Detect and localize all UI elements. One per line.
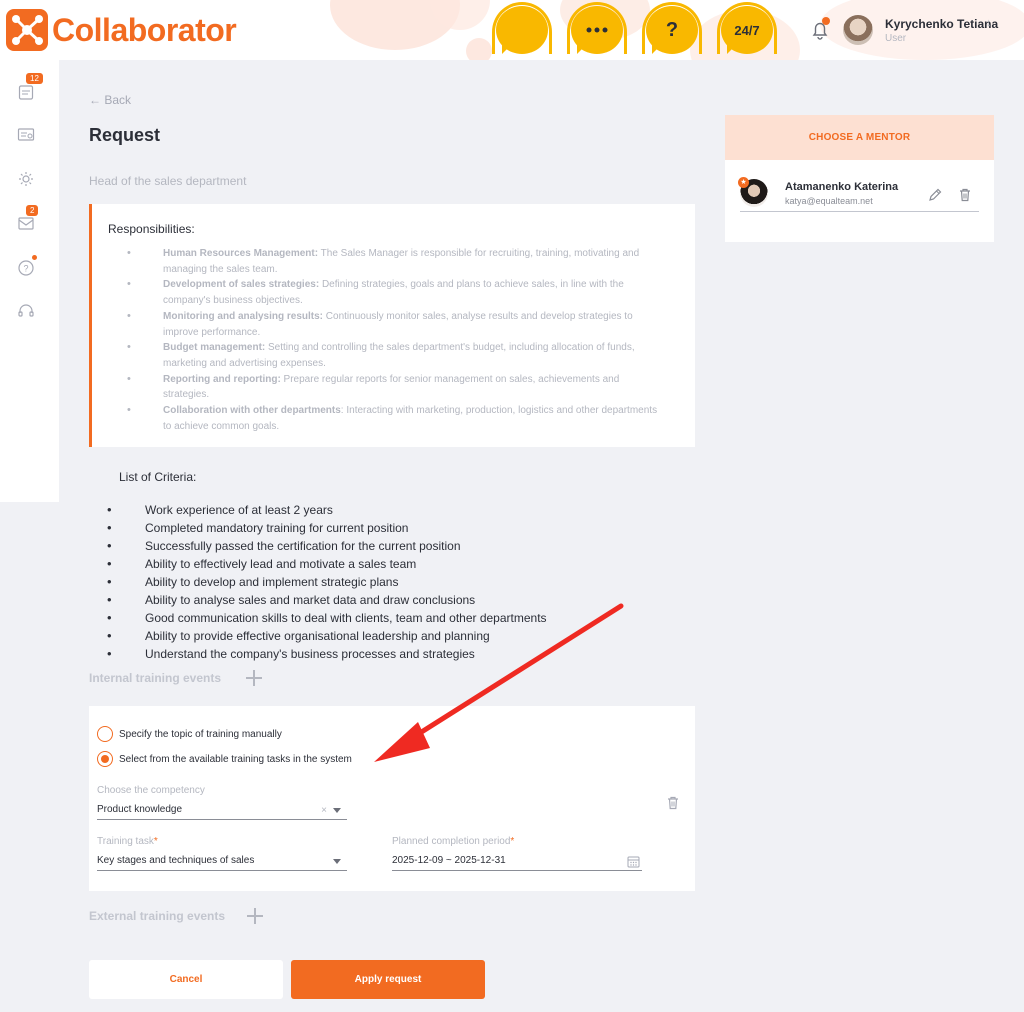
headset-icon[interactable] bbox=[17, 302, 35, 320]
list-item: Collaboration with other departments: In… bbox=[127, 403, 663, 434]
trash-icon[interactable] bbox=[665, 795, 681, 811]
chevron-down-icon[interactable]: ↓ bbox=[986, 17, 992, 29]
messages-badge: 2 bbox=[26, 205, 39, 216]
help-circle-icon[interactable]: ? bbox=[17, 259, 35, 277]
chevron-down-icon[interactable] bbox=[333, 859, 341, 864]
help-dot bbox=[32, 255, 37, 260]
support-help-button[interactable]: ? bbox=[642, 2, 702, 58]
support-24-7-button[interactable]: 24/7 bbox=[717, 2, 777, 58]
support-messages-button[interactable] bbox=[567, 2, 627, 58]
responsibilities-card: Responsibilities: Human Resources Manage… bbox=[89, 204, 695, 447]
calendar-icon[interactable] bbox=[17, 83, 35, 101]
clear-icon[interactable]: × bbox=[321, 803, 327, 819]
apply-request-button[interactable]: Apply request bbox=[291, 960, 485, 999]
user-name[interactable]: Kyrychenko Tetiana bbox=[885, 17, 998, 31]
chevron-down-icon[interactable] bbox=[333, 808, 341, 813]
list-item: Work experience of at least 2 years bbox=[107, 501, 547, 519]
radio-label: Specify the topic of training manually bbox=[119, 728, 282, 740]
cancel-button[interactable]: Cancel bbox=[89, 960, 283, 999]
top-header: Collaborator ? 24/7 Kyrychenko Tetiana U… bbox=[0, 0, 1024, 60]
question-icon: ? bbox=[665, 18, 679, 41]
list-item: Good communication skills to deal with c… bbox=[107, 609, 546, 627]
user-role: User bbox=[885, 33, 907, 44]
support-chat-button[interactable] bbox=[492, 2, 552, 58]
competency-select[interactable]: Product knowledge × bbox=[97, 802, 347, 820]
external-training-label: External training events bbox=[89, 909, 226, 923]
user-avatar[interactable] bbox=[843, 15, 873, 45]
notification-dot bbox=[822, 17, 830, 25]
competency-label: Choose the competency bbox=[97, 785, 205, 796]
sidebar: 12 2 ? bbox=[0, 60, 59, 502]
list-item: Ability to analyse sales and market data… bbox=[107, 591, 547, 609]
network-icon bbox=[6, 9, 48, 51]
add-internal-training-icon[interactable] bbox=[246, 670, 262, 686]
add-external-training-icon[interactable] bbox=[247, 908, 263, 924]
list-item: Monitoring and analysing results: Contin… bbox=[127, 309, 663, 340]
list-item: Development of sales strategies: Definin… bbox=[127, 277, 663, 308]
criteria-list: Work experience of at least 2 years Comp… bbox=[107, 501, 547, 663]
divider bbox=[740, 211, 979, 212]
radio-label: Select from the available training tasks… bbox=[119, 753, 352, 765]
tasks-badge: 12 bbox=[26, 73, 43, 84]
trash-icon[interactable] bbox=[957, 187, 973, 203]
page-title: Request bbox=[89, 125, 161, 145]
brand-logo[interactable]: Collaborator bbox=[6, 9, 237, 51]
internal-training-label: Internal training events bbox=[89, 671, 222, 685]
mentor-name: Atamanenko Katerina bbox=[785, 181, 899, 193]
list-item: Budget management: Setting and controlli… bbox=[127, 340, 663, 371]
training-event-card: Specify the topic of training manually S… bbox=[89, 706, 695, 891]
header-decoration bbox=[466, 38, 492, 60]
mentor-email: katya@equalteam.net bbox=[785, 196, 873, 206]
position-name: Head of the sales department bbox=[89, 174, 247, 188]
calendar-icon[interactable] bbox=[627, 855, 640, 868]
list-item: Successfully passed the certification fo… bbox=[107, 537, 547, 555]
list-item: Ability to develop and implement strateg… bbox=[107, 573, 547, 591]
radio-system-tasks[interactable]: Select from the available training tasks… bbox=[97, 751, 352, 767]
period-date-range[interactable]: 2025-12-09 ~ 2025-12-31 bbox=[392, 853, 642, 871]
list-item: Completed mandatory training for current… bbox=[107, 519, 547, 537]
chat-bubble-icon bbox=[496, 6, 548, 54]
gear-icon[interactable] bbox=[17, 170, 35, 188]
radio-manual-topic[interactable]: Specify the topic of training manually bbox=[97, 726, 282, 742]
star-icon: ★ bbox=[738, 177, 749, 188]
responsibilities-list: Human Resources Management: The Sales Ma… bbox=[127, 246, 663, 434]
pencil-icon[interactable] bbox=[927, 187, 943, 203]
period-label: Planned completion period* bbox=[392, 836, 515, 847]
list-item: Ability to provide effective organisatio… bbox=[107, 627, 547, 645]
list-item: Understand the company's business proces… bbox=[107, 645, 547, 663]
list-item: Reporting and reporting: Prepare regular… bbox=[127, 372, 663, 403]
mentor-card: CHOOSE A MENTOR ★ Atamanenko Katerina ka… bbox=[725, 115, 994, 242]
certificate-icon[interactable] bbox=[17, 126, 35, 144]
list-item: Ability to effectively lead and motivate… bbox=[107, 555, 547, 573]
radio-button[interactable] bbox=[97, 726, 113, 742]
responsibilities-title: Responsibilities: bbox=[108, 222, 195, 236]
brand-name: Collaborator bbox=[52, 11, 237, 48]
radio-button-checked[interactable] bbox=[97, 751, 113, 767]
training-task-select[interactable]: Key stages and techniques of sales bbox=[97, 853, 347, 871]
ellipsis-icon bbox=[571, 6, 623, 54]
back-link[interactable]: ← Back bbox=[89, 93, 131, 107]
svg-text:?: ? bbox=[23, 264, 28, 274]
training-task-label: Training task* bbox=[97, 836, 158, 847]
criteria-title: List of Criteria: bbox=[119, 470, 197, 484]
inbox-icon[interactable] bbox=[17, 214, 35, 232]
list-item: Human Resources Management: The Sales Ma… bbox=[127, 246, 663, 277]
support-24-7-label: 24/7 bbox=[734, 22, 760, 38]
choose-mentor-header[interactable]: CHOOSE A MENTOR bbox=[725, 115, 994, 160]
